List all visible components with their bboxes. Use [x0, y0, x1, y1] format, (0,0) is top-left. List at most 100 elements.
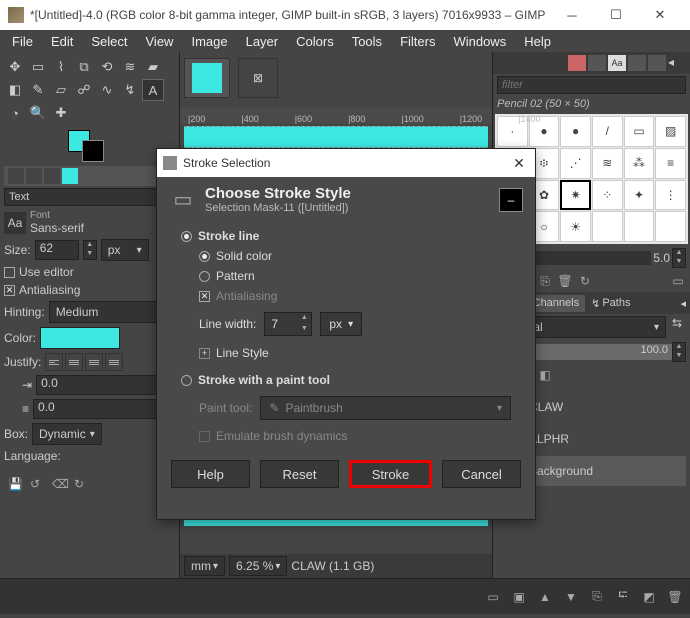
justify-center-icon[interactable]: [85, 353, 103, 371]
size-input[interactable]: 62: [35, 240, 79, 260]
mask-layer-icon[interactable]: ◩: [640, 590, 658, 604]
help-button[interactable]: Help: [171, 460, 250, 488]
bucket-tool-icon[interactable]: ▰: [142, 56, 164, 78]
dup-brush-icon[interactable]: ⎘: [537, 274, 553, 289]
maximize-button[interactable]: ☐: [594, 0, 638, 30]
measure-tool-icon[interactable]: ◔: [4, 102, 26, 124]
document-tab[interactable]: [184, 58, 230, 98]
paths-tab[interactable]: ↯ Paths: [585, 295, 636, 312]
history-tab-icon[interactable]: [628, 55, 646, 71]
menu-colors[interactable]: Colors: [288, 32, 342, 51]
stroke-paint-radio[interactable]: [181, 375, 192, 386]
rotate-tool-icon[interactable]: ⟲: [96, 56, 118, 78]
line-spacing-input[interactable]: 0.0: [33, 399, 157, 419]
mode-switch-icon[interactable]: ⇆: [668, 316, 686, 338]
crop-tool-icon[interactable]: ⧉: [73, 56, 95, 78]
close-button[interactable]: ✕: [638, 0, 682, 30]
fonts-tab-icon[interactable]: Aa: [608, 55, 626, 71]
menu-image[interactable]: Image: [183, 32, 235, 51]
color-swatches[interactable]: [4, 130, 175, 160]
restore-options-icon[interactable]: ↺: [30, 477, 46, 491]
tab-icon[interactable]: [8, 168, 24, 184]
pattern-radio[interactable]: [199, 271, 210, 282]
duplicate-layer-icon[interactable]: ⎘: [588, 589, 606, 604]
color-picker-tool-icon[interactable]: ✚: [50, 102, 72, 124]
menu-tools[interactable]: Tools: [344, 32, 390, 51]
box-dropdown[interactable]: Dynamic▾: [32, 423, 102, 445]
solid-color-radio[interactable]: [199, 251, 210, 262]
antialiasing-checkbox[interactable]: ✕: [199, 291, 210, 302]
new-layer-icon[interactable]: ▭: [484, 590, 502, 604]
spacing-spinner[interactable]: ▲▼: [672, 248, 686, 268]
lasso-tool-icon[interactable]: ⌇: [50, 56, 72, 78]
unit-dropdown[interactable]: mm ▾: [184, 556, 225, 576]
gradient-tool-icon[interactable]: ◧: [4, 79, 26, 101]
delete-layer-icon[interactable]: 🗑: [666, 590, 684, 604]
rect-select-tool-icon[interactable]: ▭: [27, 56, 49, 78]
brush-filter-input[interactable]: [497, 76, 686, 94]
canvas-content[interactable]: [184, 126, 488, 148]
text-color-swatch[interactable]: [40, 327, 120, 349]
delete-options-icon[interactable]: ⌫: [52, 477, 68, 491]
text-tool-icon[interactable]: A: [142, 79, 164, 101]
paint-tool-dropdown[interactable]: ✎Paintbrush▾: [260, 396, 511, 420]
menu-layer[interactable]: Layer: [238, 32, 287, 51]
reset-button[interactable]: Reset: [260, 460, 339, 488]
line-style-expander[interactable]: +Line Style: [199, 342, 511, 364]
indent-input[interactable]: 0.0: [36, 375, 157, 395]
zoom-dropdown[interactable]: 6.25 % ▾: [229, 556, 287, 576]
bg-color-swatch[interactable]: [82, 140, 104, 162]
size-unit-dropdown[interactable]: px▾: [101, 239, 149, 261]
panel-menu-icon[interactable]: ◂: [668, 55, 686, 71]
clone-tool-icon[interactable]: ☍: [73, 79, 95, 101]
font-value[interactable]: Sans-serif: [30, 221, 175, 235]
smudge-tool-icon[interactable]: ∿: [96, 79, 118, 101]
menu-filters[interactable]: Filters: [392, 32, 443, 51]
menu-edit[interactable]: Edit: [43, 32, 81, 51]
menu-select[interactable]: Select: [83, 32, 135, 51]
menu-file[interactable]: File: [4, 32, 41, 51]
lower-layer-icon[interactable]: ▼: [562, 590, 580, 604]
patterns-tab-icon[interactable]: [588, 55, 606, 71]
del-brush-icon[interactable]: 🗑: [557, 274, 573, 288]
layer-group-icon[interactable]: ▣: [510, 590, 528, 604]
move-tool-icon[interactable]: ✥: [4, 56, 26, 78]
close-tab-icon[interactable]: ⊠: [238, 58, 278, 98]
font-preview-icon[interactable]: Aa: [4, 212, 26, 234]
opacity-spinner[interactable]: ▲▼: [672, 342, 686, 362]
use-editor-checkbox[interactable]: [4, 267, 15, 278]
justify-right-icon[interactable]: [65, 353, 83, 371]
path-tool-icon[interactable]: ↯: [119, 79, 141, 101]
save-options-icon[interactable]: 💾: [8, 477, 24, 491]
warp-tool-icon[interactable]: ≋: [119, 56, 141, 78]
size-spinner[interactable]: ▲▼: [83, 240, 97, 260]
tab-icon[interactable]: [62, 168, 78, 184]
menu-help[interactable]: Help: [516, 32, 559, 51]
justify-fill-icon[interactable]: [105, 353, 123, 371]
raise-layer-icon[interactable]: ▲: [536, 590, 554, 604]
line-width-unit-dropdown[interactable]: px▾: [320, 312, 362, 336]
dialog-close-icon[interactable]: ✕: [509, 155, 529, 172]
reset-options-icon[interactable]: ↻: [74, 477, 90, 491]
justify-left-icon[interactable]: [45, 353, 63, 371]
zoom-tool-icon[interactable]: 🔍: [27, 102, 49, 124]
cancel-button[interactable]: Cancel: [442, 460, 521, 488]
open-brush-icon[interactable]: ▭: [670, 274, 686, 288]
line-width-input[interactable]: ▲▼: [264, 312, 312, 336]
tab-icon[interactable]: [44, 168, 60, 184]
pencil-tool-icon[interactable]: ✎: [27, 79, 49, 101]
minimize-button[interactable]: ─: [550, 0, 594, 30]
menu-view[interactable]: View: [138, 32, 182, 51]
gradients-tab-icon[interactable]: [648, 55, 666, 71]
antialiasing-checkbox[interactable]: ✕: [4, 285, 15, 296]
emulate-dynamics-checkbox[interactable]: [199, 431, 210, 442]
lock-alpha-icon[interactable]: ◧: [537, 368, 553, 382]
stroke-button[interactable]: Stroke: [349, 460, 432, 488]
eraser-tool-icon[interactable]: ▱: [50, 79, 72, 101]
refresh-brush-icon[interactable]: ↻: [577, 274, 593, 288]
tab-icon[interactable]: [26, 168, 42, 184]
brushes-tab-icon[interactable]: [568, 55, 586, 71]
menu-windows[interactable]: Windows: [445, 32, 514, 51]
panel-menu-icon[interactable]: ◂: [680, 297, 690, 310]
merge-layer-icon[interactable]: ⮓: [614, 586, 632, 607]
